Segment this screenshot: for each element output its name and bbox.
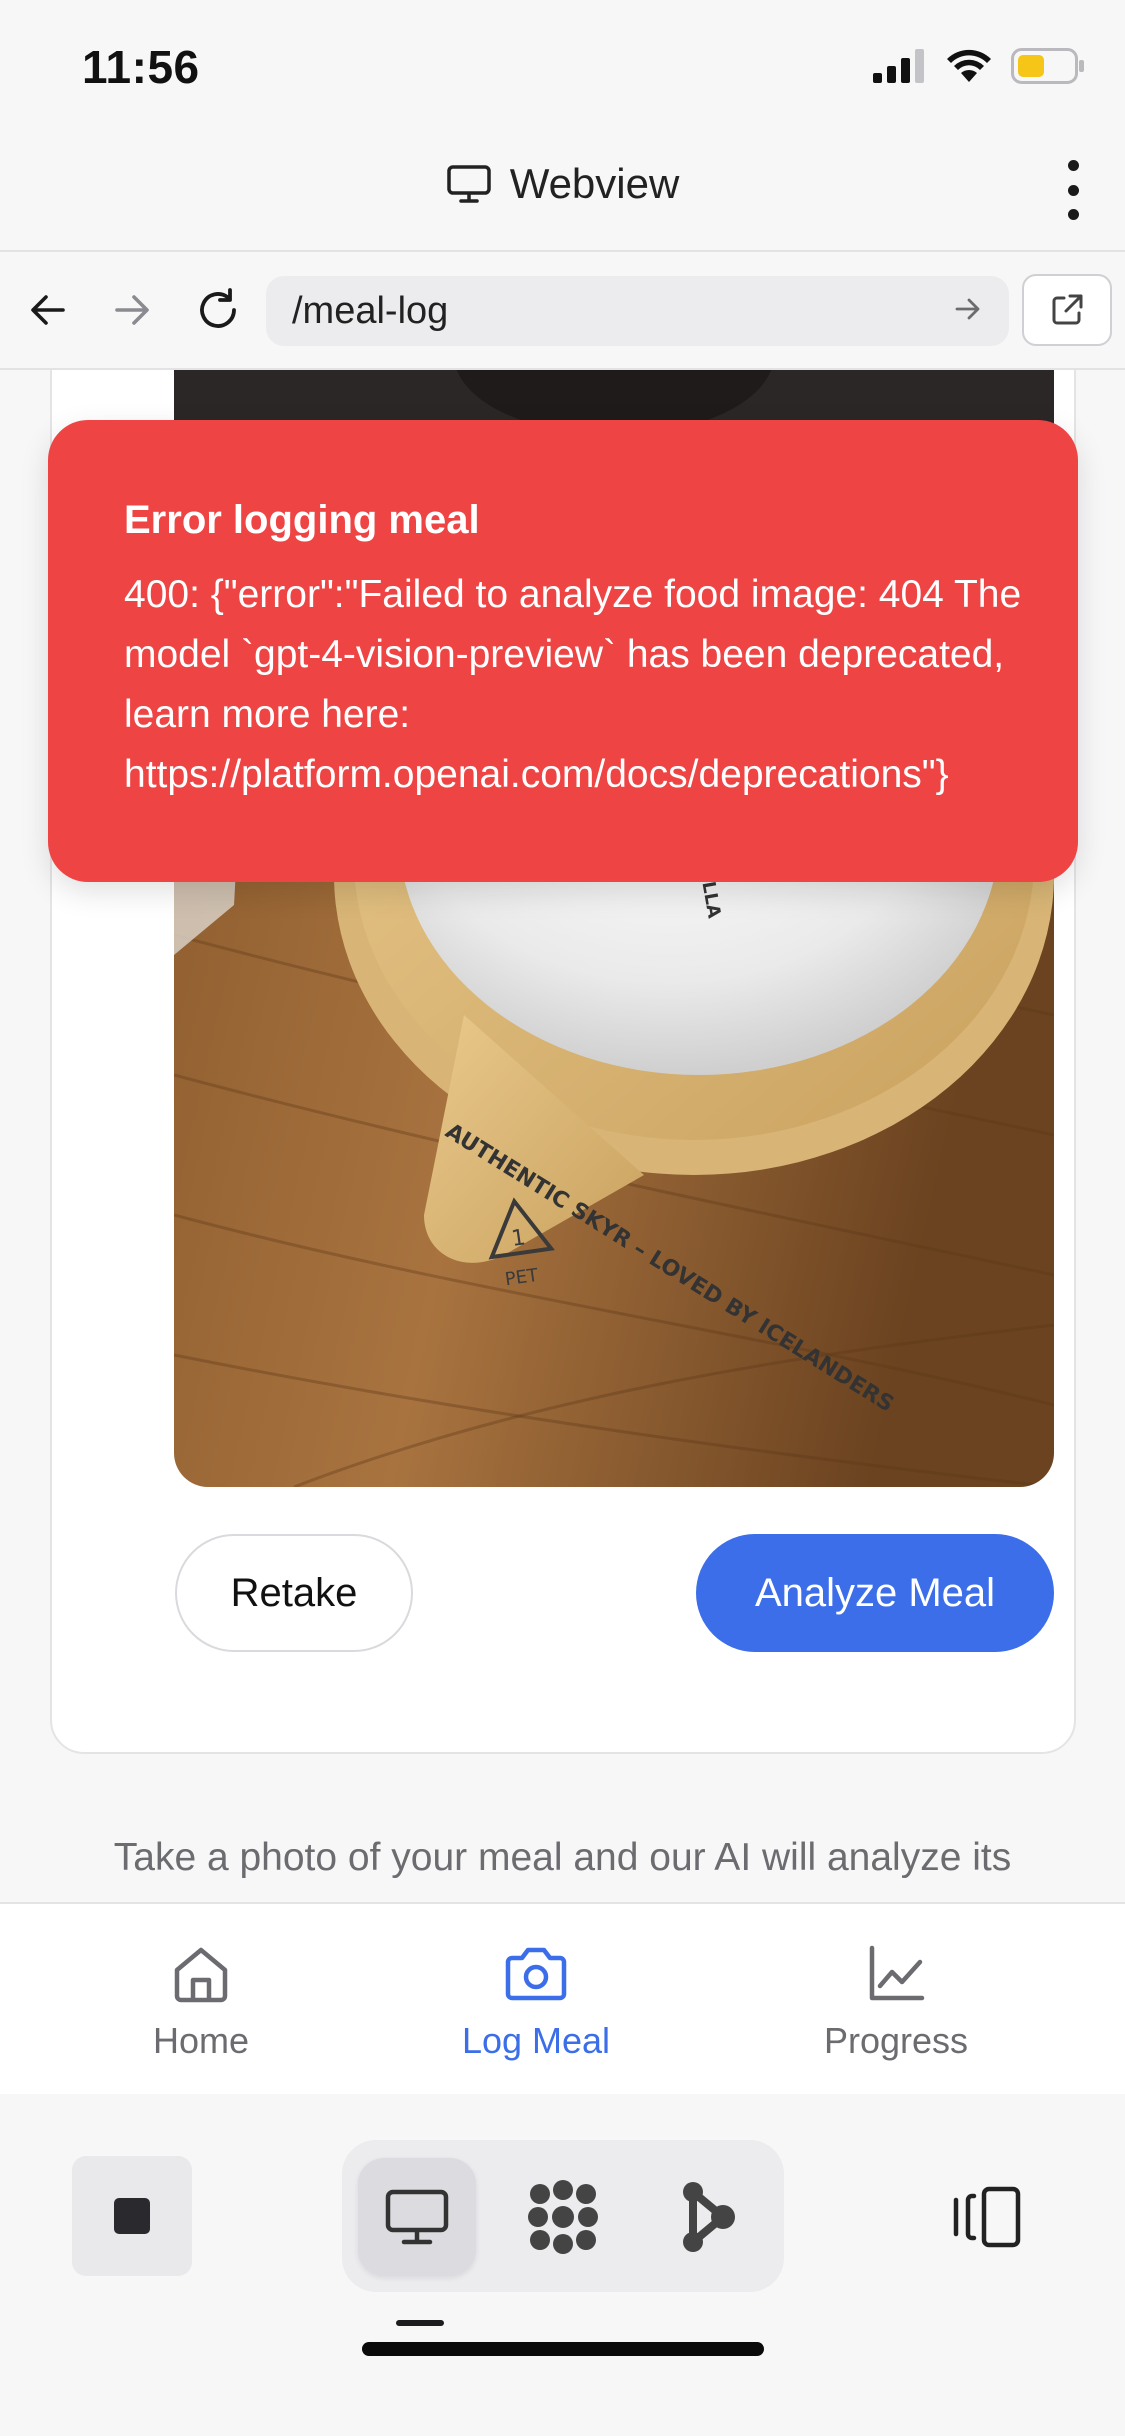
wifi-icon: [947, 49, 991, 82]
arrow-right-icon: [115, 295, 149, 325]
status-icons: [873, 48, 1085, 84]
error-toast[interactable]: Error logging meal 400: {"error":"Failed…: [48, 420, 1078, 882]
open-external-button[interactable]: [1022, 274, 1112, 346]
dots-grid-icon: [528, 2180, 598, 2254]
external-link-icon: [1052, 294, 1083, 325]
webview-title-bar: Webview: [0, 160, 1125, 208]
active-mode-indicator: [396, 2320, 444, 2326]
toggle-panel-button[interactable]: [950, 2186, 1024, 2253]
monitor-icon: [446, 165, 491, 203]
stop-icon: [114, 2198, 150, 2234]
node-graph-icon: [683, 2182, 735, 2252]
battery-icon: [1011, 48, 1084, 84]
chart-icon: [869, 1945, 925, 2001]
hint-text: Take a photo of your meal and our AI wil…: [113, 1836, 1012, 1879]
retake-button[interactable]: Retake: [175, 1534, 413, 1652]
tab-progress-label: Progress: [823, 2020, 969, 2061]
url-text: /meal-log: [292, 289, 449, 332]
monitor-icon: [385, 2189, 449, 2245]
analyze-meal-button[interactable]: Analyze Meal: [696, 1534, 1054, 1652]
error-toast-message: 400: {"error":"Failed to analyze food im…: [124, 573, 1022, 796]
side-panel-icon: [953, 2186, 1021, 2248]
home-indicator: [362, 2342, 764, 2356]
webview-title: Webview: [509, 160, 680, 207]
back-button[interactable]: [16, 278, 80, 342]
arrow-left-icon: [31, 295, 65, 325]
stop-button[interactable]: [72, 2156, 192, 2276]
tab-log-meal[interactable]: Log Meal: [406, 1942, 666, 2062]
error-toast-title: Error logging meal: [124, 498, 480, 542]
reload-icon: [200, 288, 236, 328]
bottom-tab-bar: Home Log Meal Progress: [0, 1902, 1125, 2094]
camera-icon: [505, 1947, 567, 2001]
more-options-icon[interactable]: [1051, 160, 1095, 220]
cellular-signal-icon: [873, 49, 924, 83]
go-arrow-icon[interactable]: [953, 294, 983, 324]
tab-home[interactable]: Home: [71, 1942, 331, 2062]
webview-toolbar: [0, 2094, 1125, 2436]
webview-mode-button[interactable]: [358, 2158, 476, 2276]
view-mode-switcher: [342, 2140, 784, 2292]
tab-home-label: Home: [152, 2020, 250, 2061]
url-field[interactable]: /meal-log: [266, 276, 1009, 346]
tab-log-meal-label: Log Meal: [461, 2020, 611, 2061]
grid-mode-button[interactable]: [504, 2158, 622, 2276]
forward-button[interactable]: [100, 278, 164, 342]
tab-progress[interactable]: Progress: [766, 1942, 1026, 2062]
flow-mode-button[interactable]: [650, 2158, 768, 2276]
home-icon: [174, 1947, 228, 2003]
status-time: 11:56: [82, 41, 200, 93]
reload-button[interactable]: [186, 278, 250, 342]
